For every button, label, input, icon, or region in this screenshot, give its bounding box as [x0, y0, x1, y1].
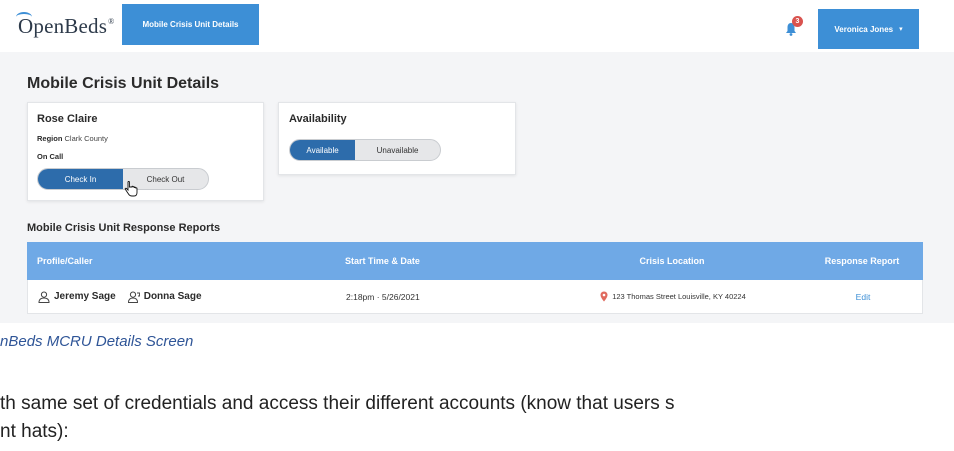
response-reports-table: Profile/Caller Start Time & Date Crisis …	[27, 242, 923, 314]
document-body-text: th same set of credentials and access th…	[0, 390, 675, 446]
unavailable-button[interactable]: Unavailable	[355, 140, 440, 160]
mcu-person-card: Rose Claire Region Clark County On Call …	[27, 102, 264, 201]
availability-title: Availability	[289, 113, 347, 125]
check-in-out-toggle: Check In Check Out	[37, 168, 209, 190]
column-header-profile-caller[interactable]: Profile/Caller	[27, 256, 345, 266]
region-value: Clark County	[64, 134, 108, 143]
response-reports-title: Mobile Crisis Unit Response Reports	[27, 222, 221, 234]
document-line-1: th same set of credentials and access th…	[0, 393, 675, 414]
table-header: Profile/Caller Start Time & Date Crisis …	[27, 242, 923, 280]
column-header-start-time[interactable]: Start Time & Date	[345, 256, 543, 266]
map-pin-icon	[600, 291, 608, 302]
start-time-cell: 2:18pm · 5/26/2021	[346, 291, 420, 302]
column-header-response-report[interactable]: Response Report	[801, 256, 923, 266]
chevron-down-icon: ▾	[899, 26, 903, 33]
page-title: Mobile Crisis Unit Details	[27, 75, 220, 92]
openbeds-logo[interactable]: OpenBeds®	[16, 12, 115, 39]
caller-icon	[127, 291, 140, 303]
profile-caller-cell: Jeremy Sage Donna Sage	[28, 291, 346, 303]
crisis-location-cell: 123 Thomas Street Louisville, KY 40224	[544, 291, 802, 302]
check-in-button[interactable]: Check In	[38, 169, 123, 189]
person-name: Rose Claire	[37, 113, 98, 125]
top-navigation-bar: OpenBeds® Mobile Crisis Unit Details 3 V…	[0, 0, 954, 52]
logo-accent-icon	[16, 12, 32, 22]
region-label: Region	[37, 134, 63, 143]
edit-link[interactable]: Edit	[856, 292, 871, 302]
user-name: Veronica Jones	[834, 24, 894, 34]
logo-registered-mark: ®	[108, 17, 115, 26]
column-header-crisis-location[interactable]: Crisis Location	[543, 256, 801, 266]
person-region: Region Clark County	[37, 134, 108, 143]
hand-pointer-cursor-icon	[124, 181, 138, 197]
figure-caption: nBeds MCRU Details Screen	[0, 333, 194, 350]
user-menu-button[interactable]: Veronica Jones ▾	[818, 9, 919, 49]
person-status: On Call	[37, 152, 64, 161]
caller-name[interactable]: Donna Sage	[144, 291, 202, 302]
table-row[interactable]: Jeremy Sage Donna Sage 2:18pm · 5/26/202…	[27, 280, 923, 314]
document-line-2: nt hats):	[0, 421, 69, 442]
profile-name[interactable]: Jeremy Sage	[54, 291, 116, 302]
notification-badge: 3	[792, 16, 803, 27]
person-icon	[38, 291, 50, 303]
location-text: 123 Thomas Street Louisville, KY 40224	[612, 292, 746, 301]
tab-mobile-crisis-unit-details[interactable]: Mobile Crisis Unit Details	[122, 4, 259, 45]
app-screenshot: OpenBeds® Mobile Crisis Unit Details 3 V…	[0, 0, 954, 323]
response-report-cell: Edit	[802, 292, 924, 302]
available-button[interactable]: Available	[290, 140, 356, 160]
availability-toggle: Available Unavailable	[289, 139, 441, 161]
availability-card: Availability Available Unavailable	[278, 102, 516, 175]
